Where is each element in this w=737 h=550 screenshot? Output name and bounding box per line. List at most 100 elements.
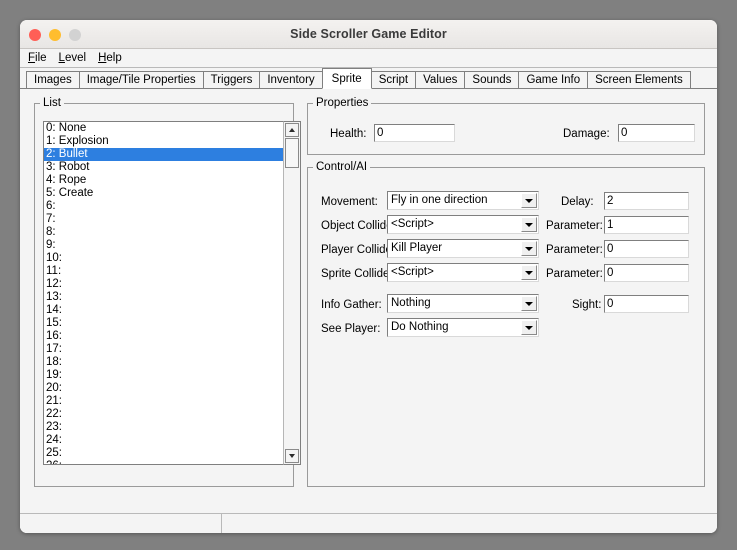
list-item[interactable]: 25: — [44, 447, 283, 460]
window-title: Side Scroller Game Editor — [290, 27, 447, 41]
object-collide-select[interactable]: <Script> — [387, 215, 539, 234]
sight-field[interactable] — [604, 295, 689, 313]
health-field[interactable] — [374, 124, 455, 142]
chevron-down-icon[interactable] — [521, 193, 537, 208]
menu-bar: File Level Help — [20, 49, 717, 68]
chevron-down-icon[interactable] — [521, 296, 537, 311]
chevron-down-icon[interactable] — [521, 265, 537, 280]
damage-label: Damage: — [563, 128, 610, 140]
tab-triggers[interactable]: Triggers — [202, 71, 261, 88]
list-item[interactable]: 8: — [44, 226, 283, 239]
sprite-listbox[interactable]: 0: None 1: Explosion 2: Bullet 3: Robot 4: R… — [43, 121, 283, 465]
list-item[interactable]: 15: — [44, 317, 283, 330]
list-item[interactable]: 1: Explosion — [44, 135, 283, 148]
list-item[interactable]: 10: — [44, 252, 283, 265]
list-item[interactable]: 5: Create — [44, 187, 283, 200]
tab-strip: Images Image/Tile Properties Triggers In… — [20, 68, 717, 89]
title-bar: Side Scroller Game Editor — [20, 20, 717, 49]
list-item[interactable]: 11: — [44, 265, 283, 278]
sprite-collide-label: Sprite Collide: — [321, 268, 393, 280]
player-collide-select[interactable]: Kill Player — [387, 239, 539, 258]
tab-images[interactable]: Images — [26, 71, 80, 88]
player-collide-param-field[interactable] — [604, 240, 689, 258]
client-area: File Level Help Images Image/Tile Proper… — [20, 49, 717, 533]
tab-image-tile-properties[interactable]: Image/Tile Properties — [78, 71, 204, 88]
list-item[interactable]: 0: None — [44, 122, 283, 135]
list-item[interactable]: 19: — [44, 369, 283, 382]
list-item[interactable]: 9: — [44, 239, 283, 252]
list-scrollbar[interactable] — [283, 121, 301, 465]
sight-label: Sight: — [572, 299, 602, 311]
movement-select-value: Fly in one direction — [391, 194, 488, 206]
list-group: List 0: None 1: Explosion 2: Bullet 3: Robo… — [34, 97, 301, 487]
tab-game-info[interactable]: Game Info — [518, 71, 589, 88]
list-item[interactable]: 20: — [44, 382, 283, 395]
list-item[interactable]: 13: — [44, 291, 283, 304]
list-item[interactable]: 7: — [44, 213, 283, 226]
scroll-up-icon[interactable] — [285, 123, 299, 137]
damage-field[interactable] — [618, 124, 695, 142]
chevron-down-icon[interactable] — [521, 320, 537, 335]
info-gather-select-value: Nothing — [391, 297, 431, 309]
list-item[interactable]: 21: — [44, 395, 283, 408]
list-item[interactable]: 22: — [44, 408, 283, 421]
movement-select[interactable]: Fly in one direction — [387, 191, 539, 210]
tab-screen-elements[interactable]: Screen Elements — [587, 71, 691, 88]
chevron-down-icon[interactable] — [521, 217, 537, 232]
list-item[interactable]: 17: — [44, 343, 283, 356]
list-item[interactable]: 18: — [44, 356, 283, 369]
player-collide-select-value: Kill Player — [391, 242, 443, 254]
menu-help[interactable]: Help — [95, 50, 131, 66]
status-bar — [20, 513, 717, 533]
list-item[interactable]: 24: — [44, 434, 283, 447]
tab-sprite[interactable]: Sprite — [321, 68, 372, 89]
status-pane-right — [222, 514, 717, 533]
sprite-tab-page: List 0: None 1: Explosion 2: Bullet 3: Robo… — [20, 89, 717, 513]
object-collide-param-label: Parameter: — [546, 220, 603, 232]
list-item[interactable]: 3: Robot — [44, 161, 283, 174]
tab-script[interactable]: Script — [370, 71, 417, 88]
sprite-collide-select[interactable]: <Script> — [387, 263, 539, 282]
minimize-button[interactable] — [49, 29, 61, 41]
chevron-down-icon[interactable] — [521, 241, 537, 256]
info-gather-select[interactable]: Nothing — [387, 294, 539, 313]
menu-level[interactable]: Level — [56, 50, 96, 66]
movement-label: Movement: — [321, 196, 378, 208]
list-item[interactable]: 16: — [44, 330, 283, 343]
scrollbar-thumb[interactable] — [285, 138, 299, 168]
delay-field[interactable] — [604, 192, 689, 210]
sprite-collide-param-field[interactable] — [604, 264, 689, 282]
tab-sounds[interactable]: Sounds — [464, 71, 520, 88]
list-item[interactable]: 12: — [44, 278, 283, 291]
list-item[interactable]: 2: Bullet — [44, 148, 283, 161]
zoom-button[interactable] — [69, 29, 81, 41]
object-collide-param-field[interactable] — [604, 216, 689, 234]
list-item[interactable]: 6: — [44, 200, 283, 213]
application-window: Side Scroller Game Editor File Level Hel… — [20, 20, 717, 533]
list-item[interactable]: 14: — [44, 304, 283, 317]
control-ai-group: Control/AI Movement: Fly in one directio… — [307, 161, 705, 487]
sprite-collide-param-label: Parameter: — [546, 268, 603, 280]
menu-file[interactable]: File — [25, 50, 56, 66]
close-button[interactable] — [29, 29, 41, 41]
scroll-down-icon[interactable] — [285, 449, 299, 463]
info-gather-label: Info Gather: — [321, 299, 382, 311]
player-collide-label: Player Collide: — [321, 244, 396, 256]
see-player-select-value: Do Nothing — [391, 321, 449, 333]
object-collide-label: Object Collide: — [321, 220, 396, 232]
list-item[interactable]: 4: Rope — [44, 174, 283, 187]
player-collide-param-label: Parameter: — [546, 244, 603, 256]
list-item[interactable]: 26: — [44, 460, 283, 464]
see-player-label: See Player: — [321, 323, 381, 335]
tab-inventory[interactable]: Inventory — [259, 71, 323, 88]
see-player-select[interactable]: Do Nothing — [387, 318, 539, 337]
sprite-list-items: 0: None 1: Explosion 2: Bullet 3: Robot 4: R… — [44, 122, 283, 464]
tab-values[interactable]: Values — [415, 71, 466, 88]
list-group-legend: List — [43, 97, 61, 109]
list-item[interactable]: 23: — [44, 421, 283, 434]
sprite-collide-select-value: <Script> — [391, 266, 434, 278]
properties-group-legend: Properties — [316, 97, 369, 109]
control-ai-group-legend: Control/AI — [316, 161, 368, 173]
object-collide-select-value: <Script> — [391, 218, 434, 230]
properties-group: Properties Health: Damage: — [307, 97, 705, 155]
